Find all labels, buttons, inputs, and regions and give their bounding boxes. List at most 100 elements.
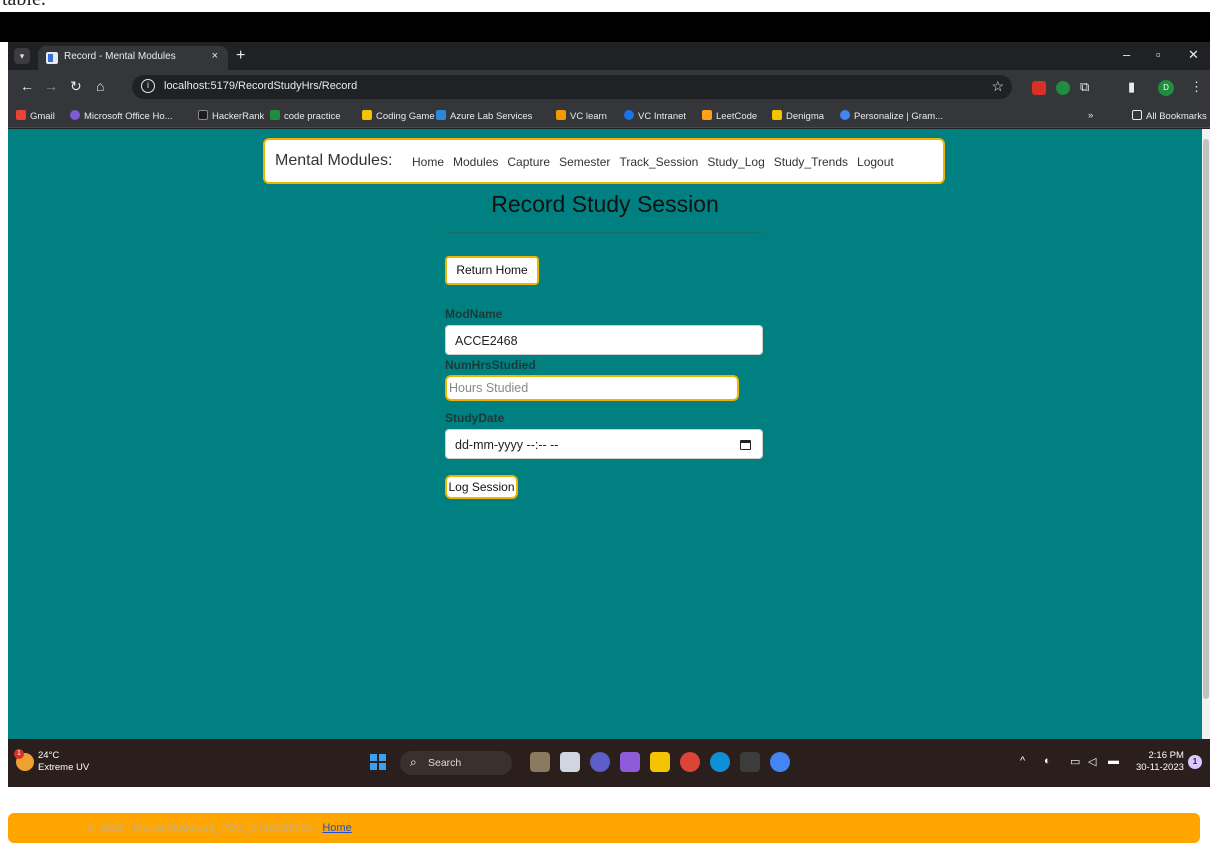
extensions-puzzle-icon[interactable]: ⧉ — [1080, 79, 1089, 95]
grammarly-icon[interactable] — [1056, 81, 1070, 95]
weather-widget[interactable]: 24°C Extreme UV — [38, 750, 89, 774]
teams-icon[interactable] — [590, 752, 610, 772]
web-page: Mental Modules: Home Modules Capture Sem… — [8, 129, 1202, 843]
bookmark-personalize[interactable]: Personalize | Gram... — [840, 110, 943, 122]
denigma-icon — [772, 110, 782, 120]
chrome-icon[interactable] — [680, 752, 700, 772]
bookmarks-overflow-icon[interactable]: » — [1088, 110, 1093, 121]
bookmark-office[interactable]: Microsoft Office Ho... — [70, 110, 173, 122]
taskbar-search[interactable]: ⌕ Search — [400, 751, 512, 775]
nav-links: Home Modules Capture Semester Track_Sess… — [412, 155, 894, 169]
page-favicon-icon — [46, 52, 58, 64]
home-icon[interactable]: ⌂ — [96, 78, 104, 94]
clock-time: 2:16 PM — [1148, 750, 1184, 761]
weather-icon[interactable] — [14, 749, 34, 771]
bookmark-vc-learn[interactable]: VC learn — [556, 110, 607, 122]
minimize-icon[interactable]: – — [1123, 47, 1130, 62]
studydate-value: dd-mm-yyyy --:-- -- — [455, 438, 559, 452]
menu-kebab-icon[interactable]: ⋮ — [1190, 79, 1203, 95]
bookmark-label: HackerRank — [212, 111, 265, 122]
search-icon: ⌕ — [410, 755, 417, 769]
extension-icon[interactable] — [1032, 81, 1046, 95]
volume-icon[interactable]: ◁ — [1088, 755, 1096, 768]
network-icon[interactable]: ▭ — [1070, 755, 1080, 768]
system-clock[interactable]: 2:16 PM 30-11-2023 — [1136, 750, 1184, 774]
tray-overflow-icon[interactable]: ^ — [1020, 755, 1025, 767]
forward-icon[interactable]: → — [44, 78, 58, 94]
hackerrank-icon — [198, 110, 208, 120]
caption-text: table. — [2, 0, 46, 11]
bookmark-denigma[interactable]: Denigma — [772, 110, 824, 122]
nav-track-session[interactable]: Track_Session — [619, 155, 698, 169]
all-bookmarks-label: All Bookmarks — [1146, 111, 1207, 122]
title-divider — [445, 232, 765, 233]
address-bar[interactable]: i localhost:5179/RecordStudyHrs/Record ☆ — [132, 75, 1012, 99]
profile-avatar[interactable]: D — [1158, 80, 1174, 96]
battery-icon[interactable]: ▬ — [1108, 755, 1119, 767]
browser-toolbar: ← → ↻ ⌂ i localhost:5179/RecordStudyHrs/… — [8, 70, 1210, 104]
new-tab-icon[interactable]: + — [236, 47, 245, 65]
site-brand[interactable]: Mental Modules: — [275, 152, 392, 170]
browser-tab[interactable]: Record - Mental Modules × — [38, 46, 228, 70]
tab-search-icon[interactable]: ▾ — [14, 48, 30, 64]
bookmark-code-practice[interactable]: code practice — [270, 110, 341, 122]
modname-input[interactable]: ACCE2468 — [445, 325, 763, 355]
calendar-icon[interactable] — [740, 440, 751, 450]
bookmark-star-icon[interactable]: ☆ — [991, 78, 1004, 95]
code-practice-icon — [270, 110, 280, 120]
bookmark-label: Personalize | Gram... — [854, 111, 944, 122]
nav-study-trends[interactable]: Study_Trends — [774, 155, 848, 169]
all-bookmarks[interactable]: All Bookmarks — [1132, 110, 1207, 122]
vc-learn-icon — [556, 110, 566, 120]
file-explorer-icon[interactable] — [650, 752, 670, 772]
windows-taskbar: 24°C Extreme UV ⌕ Search ^ ◐ ▭ ◁ ▬ 2:16 … — [8, 739, 1210, 787]
document-caption: table. — [0, 0, 1210, 12]
bookmark-gmail[interactable]: Gmail — [16, 110, 55, 122]
bookmark-leetcode[interactable]: LeetCode — [702, 110, 757, 122]
restore-icon[interactable]: ▫ — [1156, 47, 1161, 62]
nav-logout[interactable]: Logout — [857, 155, 894, 169]
bookmark-label: Denigma — [786, 111, 825, 122]
terminal-icon[interactable] — [740, 752, 760, 772]
log-session-button[interactable]: Log Session — [445, 475, 518, 499]
task-view-icon[interactable] — [560, 752, 580, 772]
bookmark-azure[interactable]: Azure Lab Services — [436, 110, 532, 122]
notification-badge[interactable]: 1 — [1188, 755, 1202, 769]
side-panel-icon[interactable]: ▮ — [1128, 79, 1135, 95]
studydate-input[interactable]: dd-mm-yyyy --:-- -- — [445, 429, 763, 459]
bookmark-coding-game[interactable]: Coding Game — [362, 110, 435, 122]
bookmark-vc-intranet[interactable]: VC Intranet — [624, 110, 686, 122]
close-window-icon[interactable]: ✕ — [1188, 47, 1199, 63]
bookmark-label: VC learn — [570, 111, 607, 122]
modname-label: ModName — [445, 307, 503, 321]
site-navbar: Mental Modules: Home Modules Capture Sem… — [263, 138, 945, 184]
hours-input[interactable]: Hours Studied — [445, 375, 739, 401]
back-icon[interactable]: ← — [20, 78, 34, 94]
nav-capture[interactable]: Capture — [507, 155, 550, 169]
scrollbar-thumb[interactable] — [1203, 139, 1209, 699]
nav-home[interactable]: Home — [412, 155, 444, 169]
temperature: 24°C — [38, 750, 60, 761]
nav-modules[interactable]: Modules — [453, 155, 498, 169]
azure-icon — [436, 110, 446, 120]
footer-home-link[interactable]: Home — [322, 822, 351, 834]
start-icon[interactable] — [370, 754, 386, 770]
bookmark-hackerrank[interactable]: HackerRank — [198, 110, 264, 122]
vc-intranet-icon — [624, 110, 634, 120]
studydate-label: StudyDate — [445, 411, 505, 425]
site-info-icon[interactable]: i — [141, 79, 155, 93]
close-tab-icon[interactable]: × — [212, 50, 218, 62]
search-label: Search — [428, 757, 462, 769]
widgets-app-icon[interactable] — [530, 752, 550, 772]
personalize-icon — [840, 110, 850, 120]
return-home-button[interactable]: Return Home — [445, 256, 539, 285]
nav-semester[interactable]: Semester — [559, 155, 610, 169]
chrome-profile-icon[interactable] — [770, 752, 790, 772]
page-scrollbar[interactable] — [1202, 129, 1210, 739]
visual-studio-icon[interactable] — [620, 752, 640, 772]
reload-icon[interactable]: ↻ — [70, 78, 82, 95]
bookmark-label: Coding Game — [376, 111, 435, 122]
tray-app-icon[interactable]: ◐ — [1044, 755, 1051, 767]
edge-icon[interactable] — [710, 752, 730, 772]
nav-study-log[interactable]: Study_Log — [707, 155, 764, 169]
